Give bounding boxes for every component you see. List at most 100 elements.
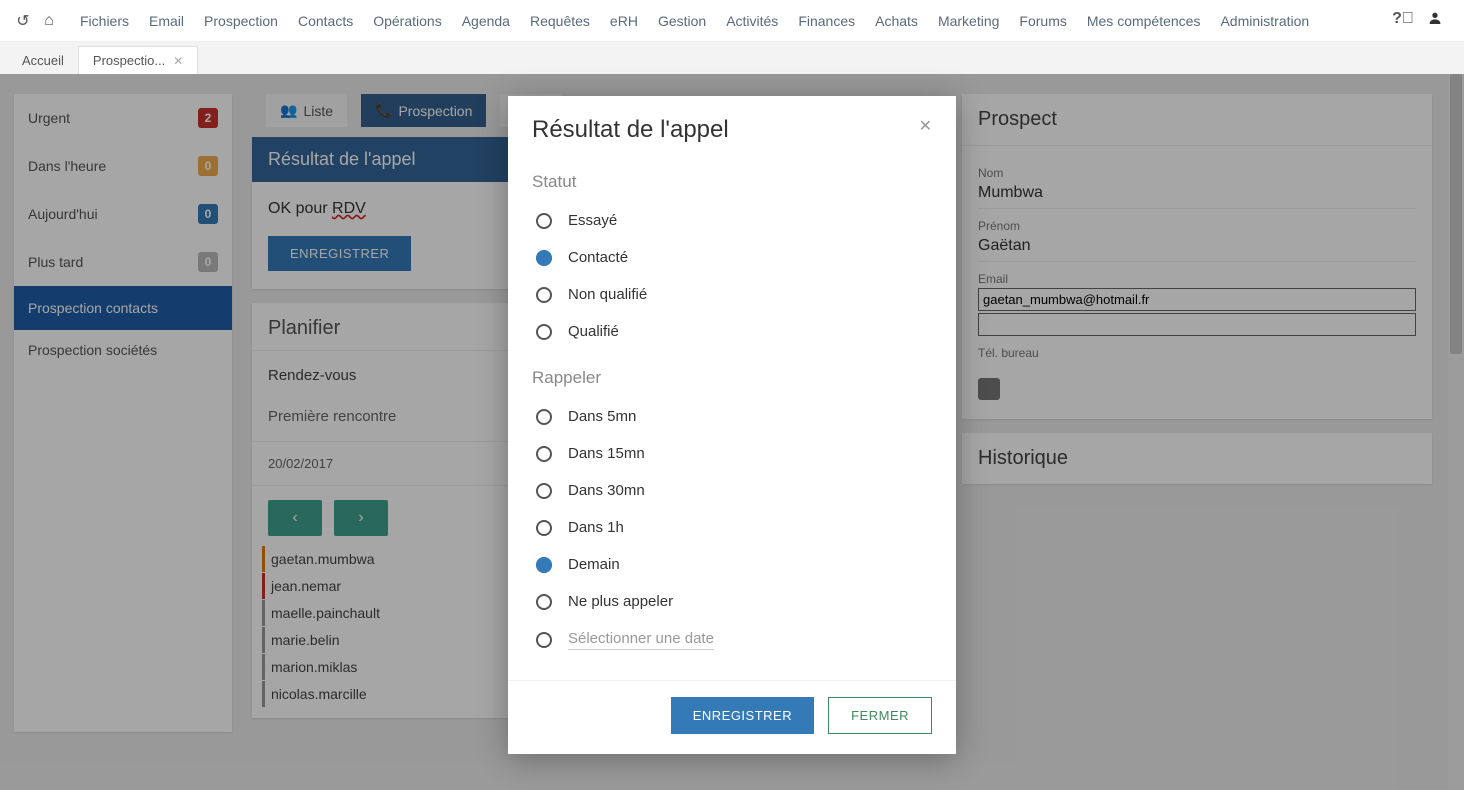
call-result-modal: Résultat de l'appel ✕ Statut Essayé Cont… xyxy=(508,96,956,754)
radio-icon xyxy=(536,483,552,499)
chevron-left-icon: ‹ xyxy=(292,509,297,527)
text-underlined: RDV xyxy=(332,200,366,217)
radio-label: Non qualifié xyxy=(568,286,647,303)
modal-close-button[interactable]: FERMER xyxy=(828,697,932,734)
radio-icon xyxy=(536,446,552,462)
vertical-scrollbar[interactable] xyxy=(1448,74,1464,790)
sidebar-item-later[interactable]: Plus tard 0 xyxy=(14,238,232,286)
date-placeholder[interactable]: Sélectionner une date xyxy=(568,630,714,650)
menu-contacts[interactable]: Contacts xyxy=(288,13,363,29)
rappeler-section-title: Rappeler xyxy=(532,368,932,388)
menu-finances[interactable]: Finances xyxy=(788,13,865,29)
sidebar-item-prospection-societes[interactable]: Prospection sociétés xyxy=(14,330,232,370)
close-icon[interactable]: ✕ xyxy=(919,116,932,136)
sidebar-item-hour[interactable]: Dans l'heure 0 xyxy=(14,142,232,190)
radio-icon xyxy=(536,324,552,340)
tab-accueil[interactable]: Accueil xyxy=(8,47,78,74)
menu-agenda[interactable]: Agenda xyxy=(452,13,520,29)
sidebar: Urgent 2 Dans l'heure 0 Aujourd'hui 0 Pl… xyxy=(14,94,232,732)
menu-activites[interactable]: Activités xyxy=(716,13,788,29)
email-label: Email xyxy=(978,272,1416,286)
radio-label: Dans 30mn xyxy=(568,482,645,499)
sidebar-item-today[interactable]: Aujourd'hui 0 xyxy=(14,190,232,238)
menu-forums[interactable]: Forums xyxy=(1009,13,1076,29)
panel-header: Prospect xyxy=(962,94,1432,146)
menu-requetes[interactable]: Requêtes xyxy=(520,13,600,29)
radio-label: Qualifié xyxy=(568,323,619,340)
count-badge: 2 xyxy=(198,108,218,128)
save-button[interactable]: ENREGISTRER xyxy=(268,236,411,271)
menu-gestion[interactable]: Gestion xyxy=(648,13,716,29)
phone-badge-icon[interactable] xyxy=(978,378,1000,400)
email-input[interactable] xyxy=(978,288,1416,311)
tab-prospection[interactable]: Prospectio... ✕ xyxy=(78,46,198,74)
menu-operations[interactable]: Opérations xyxy=(363,13,451,29)
text-part: OK pour xyxy=(268,200,332,217)
prev-button[interactable]: ‹ xyxy=(268,500,322,536)
email-input-secondary[interactable] xyxy=(978,313,1416,336)
menu-achats[interactable]: Achats xyxy=(865,13,928,29)
firstname-label: Prénom xyxy=(978,219,1416,233)
menu-prospection[interactable]: Prospection xyxy=(194,13,288,29)
statut-section-title: Statut xyxy=(532,172,932,192)
sidebar-item-label: Aujourd'hui xyxy=(28,206,98,222)
menu-competences[interactable]: Mes compétences xyxy=(1077,13,1211,29)
radio-icon xyxy=(536,213,552,229)
menu-fichiers[interactable]: Fichiers xyxy=(70,13,139,29)
radio-rappeler-5mn[interactable]: Dans 5mn xyxy=(532,398,932,435)
radio-icon xyxy=(536,520,552,536)
radio-label: Dans 5mn xyxy=(568,408,636,425)
radio-rappeler-demain[interactable]: Demain xyxy=(532,546,932,583)
chevron-right-icon: › xyxy=(358,509,363,527)
radio-label: Ne plus appeler xyxy=(568,593,673,610)
sidebar-item-prospection-contacts[interactable]: Prospection contacts xyxy=(14,286,232,330)
radio-icon xyxy=(536,250,552,266)
button-label: Prospection xyxy=(398,103,472,119)
menu-erh[interactable]: eRH xyxy=(600,13,648,29)
radio-rappeler-date[interactable]: Sélectionner une date xyxy=(532,620,932,660)
radio-statut-qualifie[interactable]: Qualifié xyxy=(532,313,932,350)
count-badge: 0 xyxy=(198,156,218,176)
tab-close-icon[interactable]: ✕ xyxy=(173,54,183,68)
menu-administration[interactable]: Administration xyxy=(1210,13,1319,29)
main-menu: Fichiers Email Prospection Contacts Opér… xyxy=(70,13,1319,29)
count-badge: 0 xyxy=(198,252,218,272)
tab-label: Prospectio... xyxy=(93,53,165,68)
name-label: Nom xyxy=(978,166,1416,180)
sidebar-item-label: Dans l'heure xyxy=(28,158,106,174)
sidebar-item-label: Urgent xyxy=(28,110,70,126)
help-icon[interactable]: ?⃝ xyxy=(1390,10,1416,31)
user-icon[interactable] xyxy=(1422,10,1448,31)
prospect-panel: Prospect Nom Mumbwa Prénom Gaëtan Email … xyxy=(962,94,1432,419)
phone-icon: 📞 xyxy=(375,102,392,119)
scroll-thumb[interactable] xyxy=(1450,74,1462,354)
count-badge: 0 xyxy=(198,204,218,224)
menu-email[interactable]: Email xyxy=(139,13,194,29)
tab-strip: Accueil Prospectio... ✕ xyxy=(0,42,1464,74)
radio-statut-nonqualifie[interactable]: Non qualifié xyxy=(532,276,932,313)
radio-icon xyxy=(536,632,552,648)
prospection-button[interactable]: 📞 Prospection xyxy=(361,94,486,127)
radio-statut-contacte[interactable]: Contacté xyxy=(532,239,932,276)
sidebar-item-label: Prospection contacts xyxy=(28,300,158,316)
radio-rappeler-15mn[interactable]: Dans 15mn xyxy=(532,435,932,472)
radio-statut-essaye[interactable]: Essayé xyxy=(532,202,932,239)
tel-label: Tél. bureau xyxy=(978,346,1416,360)
home-icon[interactable]: ⌂ xyxy=(36,12,62,30)
radio-icon xyxy=(536,287,552,303)
users-icon: 👥 xyxy=(280,102,297,119)
menu-marketing[interactable]: Marketing xyxy=(928,13,1009,29)
radio-rappeler-1h[interactable]: Dans 1h xyxy=(532,509,932,546)
tel-value xyxy=(978,360,1416,370)
history-icon[interactable]: ↺ xyxy=(10,11,36,31)
next-button[interactable]: › xyxy=(334,500,388,536)
radio-label: Dans 15mn xyxy=(568,445,645,462)
radio-icon xyxy=(536,409,552,425)
radio-rappeler-30mn[interactable]: Dans 30mn xyxy=(532,472,932,509)
sidebar-item-label: Plus tard xyxy=(28,254,83,270)
panel-header: Historique xyxy=(962,433,1432,484)
radio-rappeler-neplus[interactable]: Ne plus appeler xyxy=(532,583,932,620)
modal-save-button[interactable]: ENREGISTRER xyxy=(671,697,814,734)
sidebar-item-urgent[interactable]: Urgent 2 xyxy=(14,94,232,142)
liste-button[interactable]: 👥 Liste xyxy=(266,94,347,127)
